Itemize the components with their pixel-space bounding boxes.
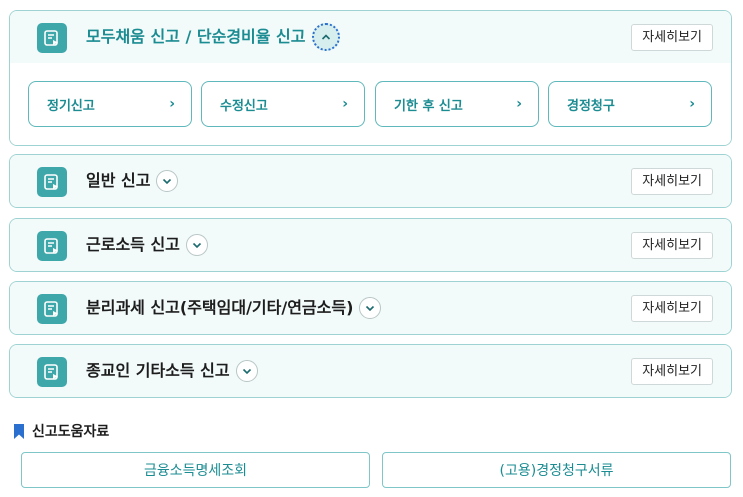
document-icon — [37, 231, 67, 261]
chevron-right-icon: › — [689, 96, 695, 112]
help-materials-heading: 신고도움자료 — [13, 421, 109, 441]
document-icon — [37, 357, 67, 387]
section-title: 분리과세 신고(주택임대/기타/연금소득) — [86, 282, 382, 334]
chevron-down-icon[interactable] — [185, 234, 208, 256]
section-header[interactable]: 분리과세 신고(주택임대/기타/연금소득) 자세히보기 — [10, 282, 731, 334]
section-title-text: 근로소득 신고 — [86, 235, 180, 254]
button-label: 기한 후 신고 — [394, 98, 463, 114]
section-title: 종교인 기타소득 신고 — [86, 345, 258, 397]
chevron-down-icon[interactable] — [235, 360, 258, 382]
document-icon — [37, 167, 67, 197]
detail-button[interactable]: 자세히보기 — [631, 168, 713, 195]
section-title: 일반 신고 — [86, 155, 179, 207]
section-panel-separate-taxation-filing: 분리과세 신고(주택임대/기타/연금소득) 자세히보기 — [9, 281, 732, 335]
regular-filing-button[interactable]: 정기신고 › — [28, 81, 192, 127]
document-icon — [37, 23, 67, 53]
section-panel-simple-filing: 모두채움 신고 / 단순경비율 신고 자세히보기 정기신고 › 수정신고 › 기… — [9, 10, 732, 146]
button-label: 경정청구 — [567, 98, 615, 114]
amended-filing-button[interactable]: 수정신고 › — [201, 81, 365, 127]
section-title-text: 일반 신고 — [86, 171, 151, 190]
correction-claim-button[interactable]: 경정청구 › — [548, 81, 712, 127]
button-label: 수정신고 — [220, 98, 268, 114]
document-icon — [37, 294, 67, 324]
section-panel-general-filing: 일반 신고 자세히보기 — [9, 154, 732, 208]
bookmark-icon — [14, 423, 24, 439]
section-header[interactable]: 모두채움 신고 / 단순경비율 신고 자세히보기 — [10, 11, 731, 63]
section-header[interactable]: 일반 신고 자세히보기 — [10, 155, 731, 207]
section-panel-religious-income-filing: 종교인 기타소득 신고 자세히보기 — [9, 344, 732, 398]
section-title-text: 모두채움 신고 / 단순경비율 신고 — [86, 27, 306, 46]
chevron-right-icon: › — [516, 96, 522, 112]
help-materials-title: 신고도움자료 — [32, 424, 110, 440]
chevron-right-icon: › — [169, 96, 175, 112]
chevron-down-icon[interactable] — [156, 170, 179, 192]
detail-button[interactable]: 자세히보기 — [631, 24, 713, 51]
button-label: 정기신고 — [47, 98, 95, 114]
chevron-right-icon: › — [342, 96, 348, 112]
chevron-up-icon[interactable] — [311, 23, 340, 51]
section-panel-earned-income-filing: 근로소득 신고 자세히보기 — [9, 218, 732, 272]
late-filing-button[interactable]: 기한 후 신고 › — [375, 81, 539, 127]
section-body: 정기신고 › 수정신고 › 기한 후 신고 › 경정청구 › — [10, 63, 731, 145]
section-header[interactable]: 근로소득 신고 자세히보기 — [10, 219, 731, 271]
section-title: 근로소득 신고 — [86, 219, 208, 271]
section-title-text: 종교인 기타소득 신고 — [86, 361, 230, 380]
employment-correction-documents-button[interactable]: (고용)경정청구서류 — [382, 452, 731, 488]
chevron-down-icon[interactable] — [359, 297, 382, 319]
financial-income-statement-button[interactable]: 금융소득명세조회 — [21, 452, 370, 488]
detail-button[interactable]: 자세히보기 — [631, 295, 713, 322]
detail-button[interactable]: 자세히보기 — [631, 358, 713, 385]
detail-button[interactable]: 자세히보기 — [631, 232, 713, 259]
section-header[interactable]: 종교인 기타소득 신고 자세히보기 — [10, 345, 731, 397]
section-title: 모두채움 신고 / 단순경비율 신고 — [86, 11, 340, 63]
section-title-text: 분리과세 신고(주택임대/기타/연금소득) — [86, 298, 354, 317]
